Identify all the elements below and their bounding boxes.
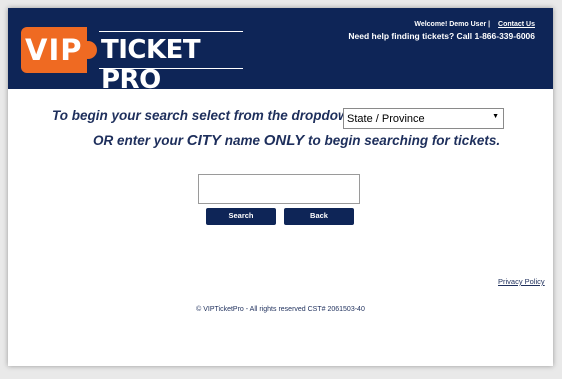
back-button[interactable]: Back [284,208,354,225]
page-frame: VIP TICKET PRO Welcome! Demo User | Cont… [8,8,553,366]
instruction-part-b: name [220,133,264,148]
footer-copyright: © VIPTicketPro - All rights reserved CST… [196,306,365,313]
city-search-input[interactable] [198,174,360,204]
instruction-city-word: CITY [186,132,221,149]
state-select-value: State / Province [347,113,425,125]
welcome-text: Welcome! Demo User | [414,21,491,28]
privacy-policy-link[interactable]: Privacy Policy [498,277,545,286]
site-header: VIP TICKET PRO Welcome! Demo User | Cont… [8,8,553,95]
instruction-dropdown-text: To begin your search select from the dro… [52,108,362,123]
logo-ticket-pro-text: TICKET PRO [101,35,201,95]
logo-vip-text: VIP [25,33,83,67]
instruction-city-text: OR enter your CITY name ONLY to begin se… [93,132,500,149]
instruction-only-word: ONLY [263,132,305,149]
instruction-part-a: OR enter your [93,133,187,148]
dropdown-arrow-icon: ▼ [492,113,499,120]
contact-us-link[interactable]: Contact Us [498,21,535,28]
search-button[interactable]: Search [206,208,276,225]
vip-ticket-pro-logo[interactable]: VIP TICKET PRO [21,27,243,95]
logo-rule-top [99,31,243,32]
welcome-bar: Welcome! Demo User | Contact Us [414,21,535,28]
logo-rule-bottom [99,68,243,69]
state-province-select[interactable]: State / Province ▼ [343,108,504,129]
help-phone-text: Need help finding tickets? Call 1-866-33… [348,31,535,41]
instruction-part-c: to begin searching for tickets. [304,133,501,148]
